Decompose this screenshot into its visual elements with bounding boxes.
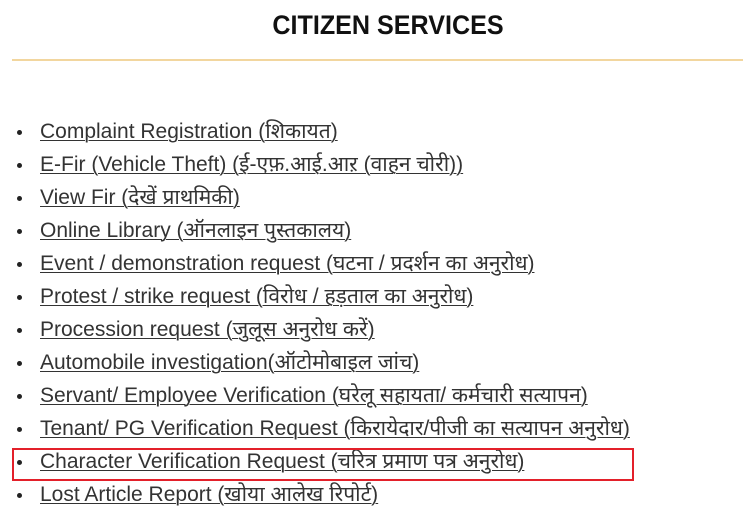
bullet-icon — [17, 460, 22, 465]
bullet-icon — [17, 394, 22, 399]
list-item-view-fir: View Fir (देखें प्राथमिकी) — [0, 181, 630, 214]
bullet-icon — [17, 361, 22, 366]
bullet-icon — [17, 163, 22, 168]
event-demonstration-request-link[interactable]: Event / demonstration request (घटना / प्… — [40, 252, 534, 275]
bullet-icon — [17, 493, 22, 498]
list-item-complaint-registration: Complaint Registration (शिकायत) — [0, 115, 630, 148]
bullet-icon — [17, 328, 22, 333]
list-item-procession-request: Procession request (जुलूस अनुरोध करें) — [0, 313, 630, 346]
list-item-lost-article-report: Lost Article Report (खोया आलेख रिपोर्ट) — [0, 478, 630, 511]
view-fir-link[interactable]: View Fir (देखें प्राथमिकी) — [40, 186, 240, 209]
bullet-icon — [17, 130, 22, 135]
lost-article-report-link[interactable]: Lost Article Report (खोया आलेख रिपोर्ट) — [40, 483, 378, 506]
list-item-e-fir-vehicle-theft: E-Fir (Vehicle Theft) (ई-एफ़.आई.आऱ (वाहन… — [0, 148, 630, 181]
list-item-online-library: Online Library (ऑनलाइन पुस्तकालय) — [0, 214, 630, 247]
bullet-icon — [17, 196, 22, 201]
title-divider — [12, 59, 743, 61]
list-item-servant-employee-verification: Servant/ Employee Verification (घरेलू सह… — [0, 379, 630, 412]
tenant-pg-verification-link[interactable]: Tenant/ PG Verification Request (किरायेद… — [40, 417, 630, 440]
bullet-icon — [17, 262, 22, 267]
procession-request-link[interactable]: Procession request (जुलूस अनुरोध करें) — [40, 318, 375, 341]
servant-employee-verification-link[interactable]: Servant/ Employee Verification (घरेलू सह… — [40, 384, 588, 407]
bullet-icon — [17, 295, 22, 300]
online-library-link[interactable]: Online Library (ऑनलाइन पुस्तकालय) — [40, 219, 351, 242]
citizen-services-list: Complaint Registration (शिकायत) E-Fir (V… — [0, 115, 630, 511]
complaint-registration-link[interactable]: Complaint Registration (शिकायत) — [40, 120, 338, 143]
list-item-automobile-investigation: Automobile investigation(ऑटोमोबाइल जांच) — [0, 346, 630, 379]
list-item-event-demonstration-request: Event / demonstration request (घटना / प्… — [0, 247, 630, 280]
list-item-protest-strike-request: Protest / strike request (विरोध / हड़ताल… — [0, 280, 630, 313]
character-verification-link[interactable]: Character Verification Request (चरित्र प… — [40, 450, 524, 473]
e-fir-vehicle-theft-link[interactable]: E-Fir (Vehicle Theft) (ई-एफ़.आई.आऱ (वाहन… — [40, 153, 463, 176]
protest-strike-request-link[interactable]: Protest / strike request (विरोध / हड़ताल… — [40, 285, 473, 308]
list-item-character-verification: Character Verification Request (चरित्र प… — [0, 445, 630, 478]
page-title: CITIZEN SERVICES — [272, 10, 504, 40]
bullet-icon — [17, 427, 22, 432]
automobile-investigation-link[interactable]: Automobile investigation(ऑटोमोबाइल जांच) — [40, 351, 419, 374]
bullet-icon — [17, 229, 22, 234]
list-item-tenant-pg-verification: Tenant/ PG Verification Request (किरायेद… — [0, 412, 630, 445]
